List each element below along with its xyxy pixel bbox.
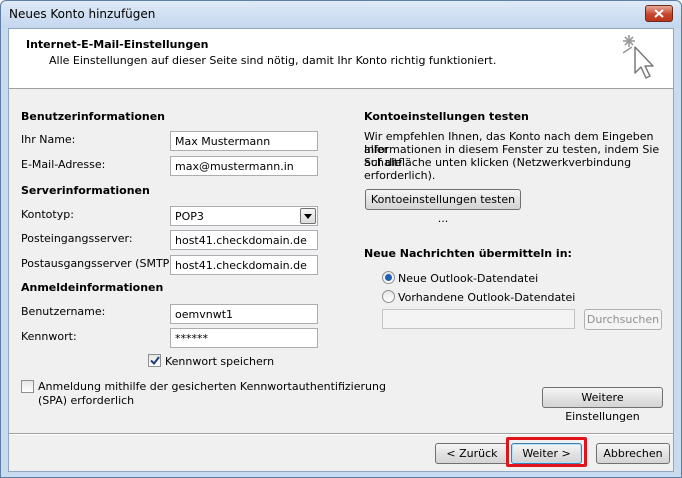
wizard-header: Internet-E-Mail-Einstellungen Alle Einst…	[9, 29, 673, 89]
test-settings-heading: Kontoeinstellungen testen	[364, 110, 529, 123]
password-label: Kennwort:	[21, 330, 77, 343]
existing-datafile-label[interactable]: Vorhandene Outlook-Datendatei	[398, 291, 575, 304]
test-settings-button[interactable]: Kontoeinstellungen testen ...	[365, 189, 521, 225]
outgoing-server-label: Postausgangsserver (SMTP):	[21, 257, 178, 270]
page-subtitle: Alle Einstellungen auf dieser Seite sind…	[49, 54, 497, 67]
new-datafile-label[interactable]: Neue Outlook-Datendatei	[398, 272, 538, 285]
deliver-heading: Neue Nachrichten übermitteln in:	[364, 247, 572, 260]
user-info-heading: Benutzerinformationen	[21, 110, 166, 123]
server-info-heading: Serverinformationen	[21, 184, 150, 197]
title-bar[interactable]: Neues Konto hinzufügen	[1, 1, 681, 28]
remember-password-checkbox[interactable]	[148, 354, 161, 367]
name-label: Ihr Name:	[21, 133, 76, 146]
browse-button[interactable]: Durchsuchen	[584, 309, 662, 330]
account-type-value: POP3	[175, 210, 204, 223]
login-info-heading: Anmeldeinformationen	[21, 281, 164, 294]
settings-panel: Benutzerinformationen Ihr Name: Max Must…	[9, 93, 673, 434]
cancel-button[interactable]: Abbrechen	[596, 443, 670, 464]
username-input[interactable]: oemvnwt1	[170, 304, 318, 324]
next-button[interactable]: Weiter >	[511, 443, 582, 464]
radio-selected-dot	[385, 274, 392, 281]
cursor-sparkle-icon	[623, 35, 654, 79]
remember-password-label[interactable]: Kennwort speichern	[165, 355, 274, 368]
account-type-label: Kontotyp:	[21, 208, 74, 221]
window-title: Neues Konto hinzufügen	[9, 7, 156, 21]
account-type-select[interactable]: POP3	[170, 206, 318, 226]
checkmark-icon	[149, 356, 160, 365]
incoming-server-input[interactable]: host41.checkdomain.de	[170, 230, 318, 250]
spa-label-line2[interactable]: (SPA) erforderlich	[38, 394, 134, 407]
password-input[interactable]: ******	[170, 328, 318, 348]
email-input[interactable]: max@mustermann.in	[170, 156, 318, 176]
close-button[interactable]	[645, 5, 673, 22]
chevron-down-icon	[304, 213, 312, 219]
name-input[interactable]: Max Mustermann	[170, 131, 318, 151]
spa-checkbox[interactable]	[21, 380, 34, 393]
more-settings-button[interactable]: Weitere Einstellungen	[542, 387, 663, 423]
footer-divider	[9, 434, 673, 435]
datafile-path-input[interactable]	[382, 309, 575, 329]
incoming-server-label: Posteingangsserver:	[21, 232, 133, 245]
email-label: E-Mail-Adresse:	[21, 158, 106, 171]
back-button[interactable]: < Zurück	[435, 443, 509, 464]
dropdown-button[interactable]	[300, 208, 316, 224]
close-icon	[654, 9, 664, 18]
dialog-client-area: Internet-E-Mail-Einstellungen Alle Einst…	[8, 28, 674, 472]
dialog-window: Neues Konto hinzufügen Internet-E-Mail-E…	[0, 0, 682, 478]
page-title: Internet-E-Mail-Einstellungen	[26, 38, 209, 51]
username-label: Benutzername:	[21, 305, 106, 318]
new-datafile-radio[interactable]	[382, 271, 395, 284]
test-description-line3: Schaltfläche unten klicken (Netzwerkverb…	[364, 156, 632, 182]
spa-label-line1[interactable]: Anmeldung mithilfe der gesicherten Kennw…	[38, 380, 386, 393]
existing-datafile-radio[interactable]	[382, 290, 395, 303]
outgoing-server-input[interactable]: host41.checkdomain.de	[170, 255, 318, 275]
